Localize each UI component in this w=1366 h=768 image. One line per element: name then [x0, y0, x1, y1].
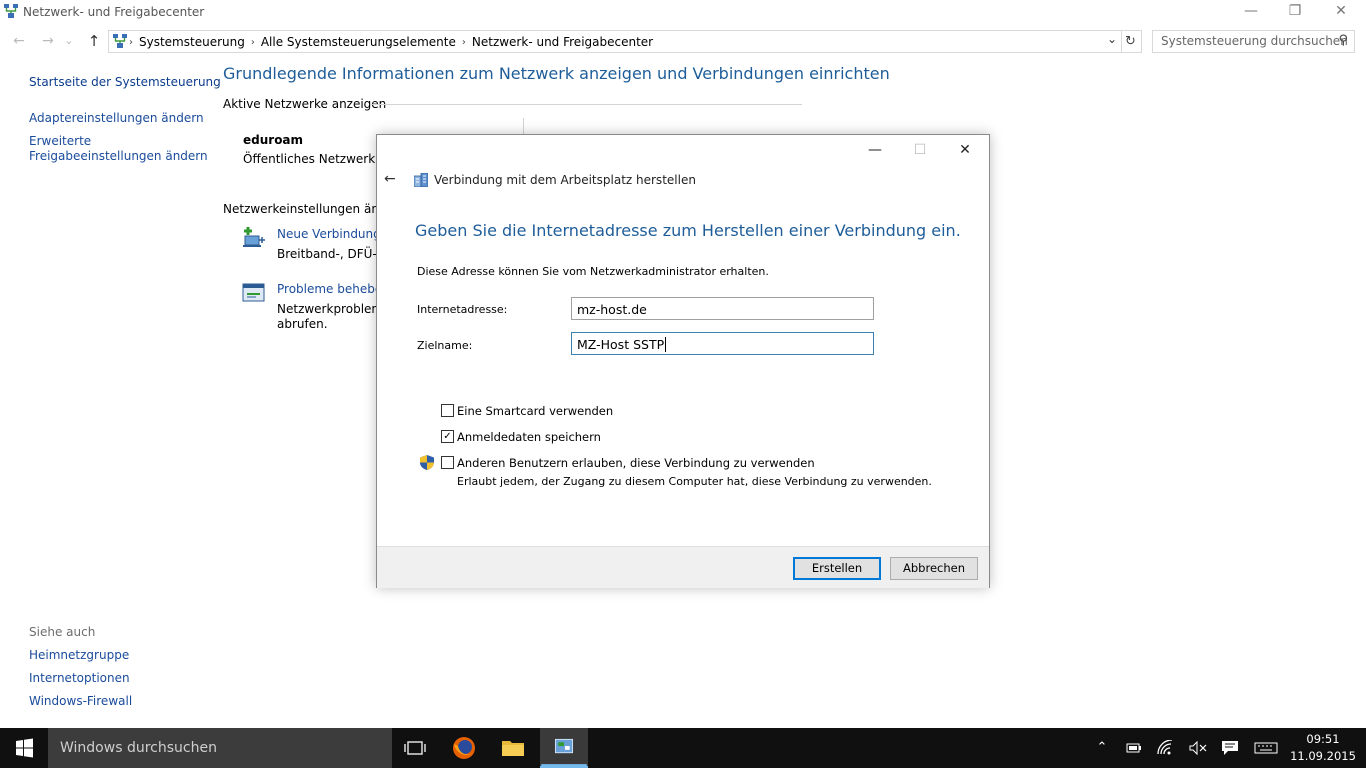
- task-desc-troubleshoot: Netzwerkprobleme abrufen.: [277, 302, 390, 332]
- breadcrumb-separator: ›: [250, 36, 255, 48]
- task-desc-troubleshoot-line1: Netzwerkprobleme: [277, 302, 391, 316]
- task-link-troubleshoot[interactable]: Probleme beheben: [277, 282, 390, 296]
- clock-date: 11.09.2015: [1290, 749, 1356, 763]
- taskbar-search-placeholder: Windows durchsuchen: [60, 740, 217, 756]
- back-button[interactable]: ←: [9, 31, 29, 51]
- smartcard-label[interactable]: Eine Smartcard verwenden: [457, 404, 613, 418]
- breadcrumb-netzwerkcenter[interactable]: Netzwerk- und Freigabecenter: [472, 35, 653, 49]
- up-button[interactable]: ↑: [84, 31, 104, 51]
- troubleshoot-icon: [242, 283, 265, 302]
- file-explorer-icon[interactable]: [489, 728, 537, 768]
- dialog-footer: Erstellen Abbrechen: [377, 546, 989, 588]
- notifications-icon[interactable]: [1220, 740, 1240, 756]
- forward-button[interactable]: →: [38, 31, 58, 51]
- target-name-input[interactable]: MZ-Host SSTP: [571, 332, 874, 355]
- recent-locations-button[interactable]: ⌄: [62, 31, 76, 51]
- breadcrumb-systemsteuerung[interactable]: Systemsteuerung: [139, 35, 245, 49]
- internet-address-label: Internetadresse:: [417, 303, 508, 316]
- dialog-info-text: Diese Adresse können Sie vom Netzwerkadm…: [417, 265, 769, 278]
- internet-address-input[interactable]: mz-host.de: [571, 297, 874, 320]
- search-input[interactable]: Systemsteuerung durchsuchen ⚲: [1152, 30, 1355, 53]
- sidebar-link-advanced-line2: Freigabeeinstellungen ändern: [29, 149, 208, 163]
- smartcard-checkbox[interactable]: [441, 404, 454, 417]
- save-credentials-label[interactable]: Anmeldedaten speichern: [457, 430, 601, 444]
- chevron-up-icon[interactable]: ⌃: [1092, 728, 1112, 768]
- dialog-close-button[interactable]: ✕: [945, 139, 985, 161]
- uac-shield-icon: [420, 455, 434, 470]
- refresh-button[interactable]: ↻: [1120, 30, 1142, 53]
- allow-others-hint: Erlaubt jedem, der Zugang zu diesem Comp…: [457, 475, 932, 488]
- close-button[interactable]: ✕: [1318, 0, 1364, 24]
- control-panel-icon: [113, 34, 127, 48]
- sidebar-link-home[interactable]: Startseite der Systemsteuerung: [29, 75, 221, 90]
- sidebar-link-firewall[interactable]: Windows-Firewall: [29, 694, 132, 709]
- address-dropdown-icon[interactable]: ⌄: [1107, 32, 1117, 46]
- section-divider: [370, 104, 802, 105]
- taskbar: Windows durchsuchen ⌃ 09:51 11.09.2015: [0, 728, 1366, 768]
- control-panel-taskbar-icon[interactable]: [540, 728, 588, 768]
- network-name: eduroam: [243, 133, 304, 147]
- network-settings-label: Netzwerkeinstellungen änder: [223, 202, 399, 216]
- sidebar-link-homegroup[interactable]: Heimnetzgruppe: [29, 648, 129, 663]
- workplace-connection-icon: [414, 173, 428, 187]
- dialog-title: Verbindung mit dem Arbeitsplatz herstell…: [434, 173, 696, 187]
- taskbar-search-input[interactable]: Windows durchsuchen: [48, 728, 392, 768]
- address-bar[interactable]: › Systemsteuerung › Alle Systemsteuerung…: [108, 30, 1122, 53]
- dialog-maximize-button: ☐: [913, 142, 927, 158]
- sidebar-link-adapter[interactable]: Adaptereinstellungen ändern: [29, 111, 204, 126]
- new-connection-icon: [243, 227, 265, 247]
- text-cursor: [665, 337, 667, 352]
- breadcrumb-separator: ›: [129, 36, 133, 48]
- save-credentials-checkbox[interactable]: ✓: [441, 430, 454, 443]
- connect-workplace-dialog: — ☐ ✕ ← Verbindung mit dem Arbeitsplatz …: [376, 134, 990, 588]
- page-title: Grundlegende Informationen zum Netzwerk …: [223, 64, 890, 83]
- restore-button[interactable]: ❐: [1272, 0, 1318, 24]
- keyboard-icon[interactable]: [1254, 740, 1278, 756]
- dialog-minimize-button[interactable]: —: [855, 139, 895, 161]
- wifi-icon[interactable]: [1156, 740, 1176, 756]
- breadcrumb-alle-elemente[interactable]: Alle Systemsteuerungselemente: [261, 35, 456, 49]
- dialog-heading: Geben Sie die Internetadresse zum Herste…: [415, 221, 961, 240]
- battery-icon[interactable]: [1124, 740, 1144, 756]
- task-link-new-connection[interactable]: Neue Verbindung o: [277, 227, 392, 241]
- search-icon: ⚲: [1338, 33, 1348, 48]
- target-name-label: Zielname:: [417, 339, 473, 352]
- dialog-back-button[interactable]: ←: [384, 171, 396, 187]
- network-center-icon: [4, 4, 18, 18]
- breadcrumb-separator: ›: [461, 36, 466, 48]
- window-titlebar: Netzwerk- und Freigabecenter — ❐ ✕: [0, 0, 1366, 24]
- speaker-muted-icon[interactable]: [1188, 740, 1208, 756]
- firefox-icon[interactable]: [440, 728, 488, 768]
- windows-start-icon[interactable]: [0, 728, 48, 768]
- search-placeholder: Systemsteuerung durchsuchen: [1161, 34, 1348, 48]
- system-clock[interactable]: 09:51 11.09.2015: [1288, 731, 1358, 765]
- task-view-icon[interactable]: [392, 728, 440, 768]
- task-desc-new-connection: Breitband-, DFÜ- o: [277, 247, 388, 261]
- allow-others-label[interactable]: Anderen Benutzern erlauben, diese Verbin…: [457, 456, 815, 470]
- clock-time: 09:51: [1306, 732, 1340, 746]
- network-type: Öffentliches Netzwerk: [243, 152, 376, 166]
- see-also-heading: Siehe auch: [29, 625, 96, 639]
- window-title: Netzwerk- und Freigabecenter: [23, 5, 205, 19]
- minimize-button[interactable]: —: [1228, 0, 1274, 24]
- sidebar-link-advanced-line1: Erweiterte: [29, 134, 92, 148]
- active-networks-label: Aktive Netzwerke anzeigen: [223, 97, 387, 111]
- breadcrumb: › Systemsteuerung › Alle Systemsteuerung…: [129, 33, 659, 51]
- target-name-value: MZ-Host SSTP: [577, 337, 665, 352]
- sidebar-link-internet-options[interactable]: Internetoptionen: [29, 671, 130, 686]
- task-desc-troubleshoot-line2: abrufen.: [277, 317, 328, 331]
- create-button[interactable]: Erstellen: [793, 557, 881, 580]
- sidebar-link-advanced-sharing[interactable]: Erweiterte Freigabeeinstellungen ändern: [29, 134, 208, 164]
- allow-others-checkbox[interactable]: [441, 456, 454, 469]
- cancel-button[interactable]: Abbrechen: [890, 557, 978, 580]
